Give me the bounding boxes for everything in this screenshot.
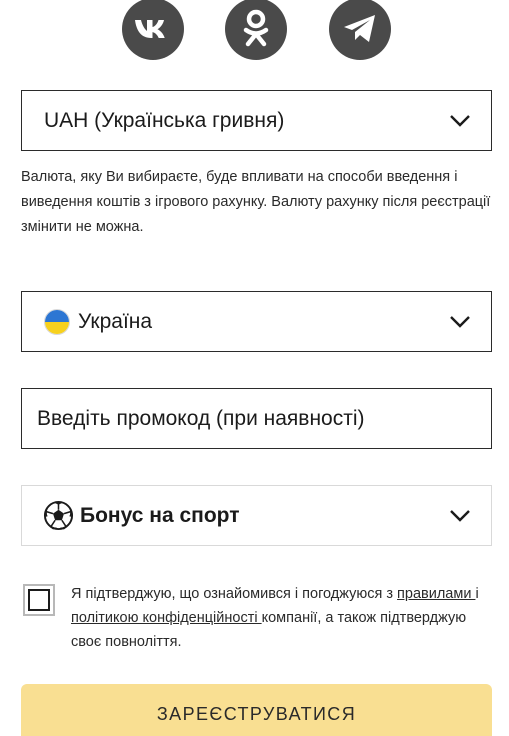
bonus-select[interactable]: Бонус на спорт [21, 485, 492, 546]
currency-select-value: UAH (Українська гривня) [44, 108, 285, 132]
terms-consent-text: Я підтверджую, що ознайомився і погоджую… [71, 586, 479, 650]
chevron-down-icon [450, 315, 470, 328]
odnoklassniki-login-button[interactable] [225, 0, 287, 60]
vk-icon [135, 20, 165, 38]
currency-note: Валюта, яку Ви вибираєте, буде впливати … [21, 169, 491, 235]
rules-link[interactable]: правилами [397, 586, 475, 602]
country-select[interactable]: Україна [21, 291, 492, 352]
odnoklassniki-icon [243, 9, 269, 47]
telegram-icon [344, 15, 375, 42]
social-login-row [0, 0, 509, 62]
country-select-value: Україна [78, 309, 153, 333]
chevron-down-icon [450, 114, 470, 127]
ukraine-flag-icon [44, 308, 70, 335]
bonus-select-value: Бонус на спорт [80, 503, 240, 527]
register-button[interactable]: ЗАРЕЄСТРУВАТИСЯ [21, 684, 492, 736]
register-button-label: ЗАРЕЄСТРУВАТИСЯ [156, 703, 357, 724]
promo-code-placeholder: Введіть промокод (при наявності) [37, 406, 365, 430]
terms-checkbox[interactable] [23, 584, 55, 616]
vk-login-button[interactable] [122, 0, 184, 60]
promo-code-input[interactable]: Введіть промокод (при наявності) [21, 388, 492, 449]
chevron-down-icon [450, 509, 470, 522]
currency-select[interactable]: UAH (Українська гривня) [21, 90, 492, 151]
privacy-policy-link[interactable]: політикою конфіденційності [71, 610, 262, 626]
soccer-ball-icon [43, 500, 74, 531]
telegram-login-button[interactable] [329, 0, 391, 60]
